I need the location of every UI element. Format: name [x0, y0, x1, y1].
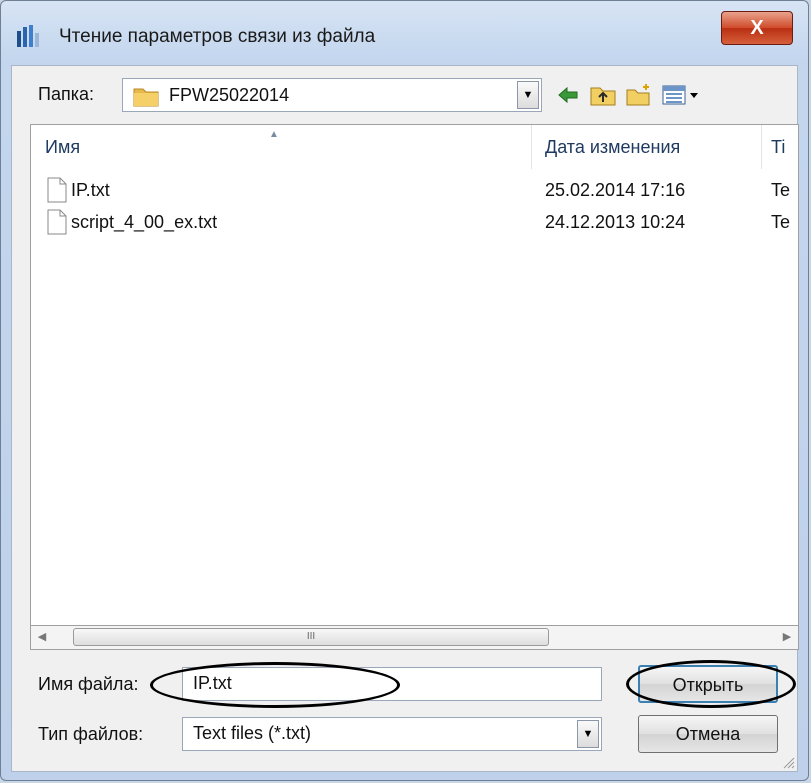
close-button[interactable]: X [721, 11, 793, 45]
title-bar[interactable]: Чтение параметров связи из файла X [1, 1, 808, 65]
file-type: Te [771, 212, 791, 232]
column-header-date[interactable]: Дата изменения [545, 125, 680, 169]
file-list[interactable]: ▲ Имя Дата изменения Ti IP.txt 25.02.201… [30, 124, 799, 626]
file-row[interactable]: script_4_00_ex.txt 24.12.2013 10:24 Te [31, 209, 798, 237]
file-date: 25.02.2014 17:16 [545, 180, 686, 200]
scroll-left-icon[interactable]: ◀ [33, 628, 51, 646]
new-folder-icon[interactable] [626, 82, 652, 108]
app-icon [17, 25, 39, 47]
scroll-right-icon[interactable]: ▶ [778, 628, 796, 646]
back-arrow-icon[interactable] [556, 82, 580, 108]
filetype-label: Тип файлов: [38, 724, 144, 744]
sort-arrow-icon: ▲ [269, 129, 279, 140]
folder-icon [133, 88, 159, 107]
filetype-select[interactable]: Text files (*.txt) ▼ [182, 717, 602, 751]
file-name: IP.txt [71, 180, 110, 200]
column-header-name[interactable]: Имя [45, 125, 80, 169]
resize-grip-icon[interactable] [781, 755, 795, 769]
dialog-title: Чтение параметров связи из файла [59, 26, 376, 47]
horizontal-scrollbar[interactable]: ◀ III ▶ [30, 626, 799, 650]
column-divider[interactable] [761, 125, 762, 169]
folder-label: Папка: [38, 84, 94, 104]
file-name: script_4_00_ex.txt [71, 212, 218, 232]
column-divider[interactable] [531, 125, 532, 169]
file-date: 24.12.2013 10:24 [545, 212, 686, 232]
dialog-body: Папка: FPW25022014 ▼ ▲ Имя Дата изменени… [11, 65, 799, 772]
open-button[interactable]: Открыть [638, 665, 778, 703]
file-row[interactable]: IP.txt 25.02.2014 17:16 Te [31, 177, 798, 205]
filename-input[interactable]: IP.txt [182, 667, 602, 701]
scroll-thumb[interactable]: III [73, 628, 549, 646]
filetype-value: Text files (*.txt) [193, 723, 312, 743]
file-type: Te [771, 180, 791, 200]
filename-label: Имя файла: [38, 674, 139, 694]
text-file-icon [47, 177, 67, 203]
view-menu-icon[interactable] [662, 82, 702, 108]
close-icon: X [750, 17, 764, 39]
column-header-type[interactable]: Ti [771, 125, 785, 169]
up-folder-icon[interactable] [590, 82, 616, 108]
folder-combo[interactable]: FPW25022014 ▼ [122, 78, 542, 112]
folder-dropdown-arrow[interactable]: ▼ [517, 81, 539, 109]
filetype-dropdown-arrow[interactable]: ▼ [577, 720, 599, 748]
cancel-button[interactable]: Отмена [638, 715, 778, 753]
text-file-icon [47, 209, 67, 235]
folder-value: FPW25022014 [169, 85, 290, 105]
file-open-dialog: Чтение параметров связи из файла X Папка… [0, 0, 809, 781]
